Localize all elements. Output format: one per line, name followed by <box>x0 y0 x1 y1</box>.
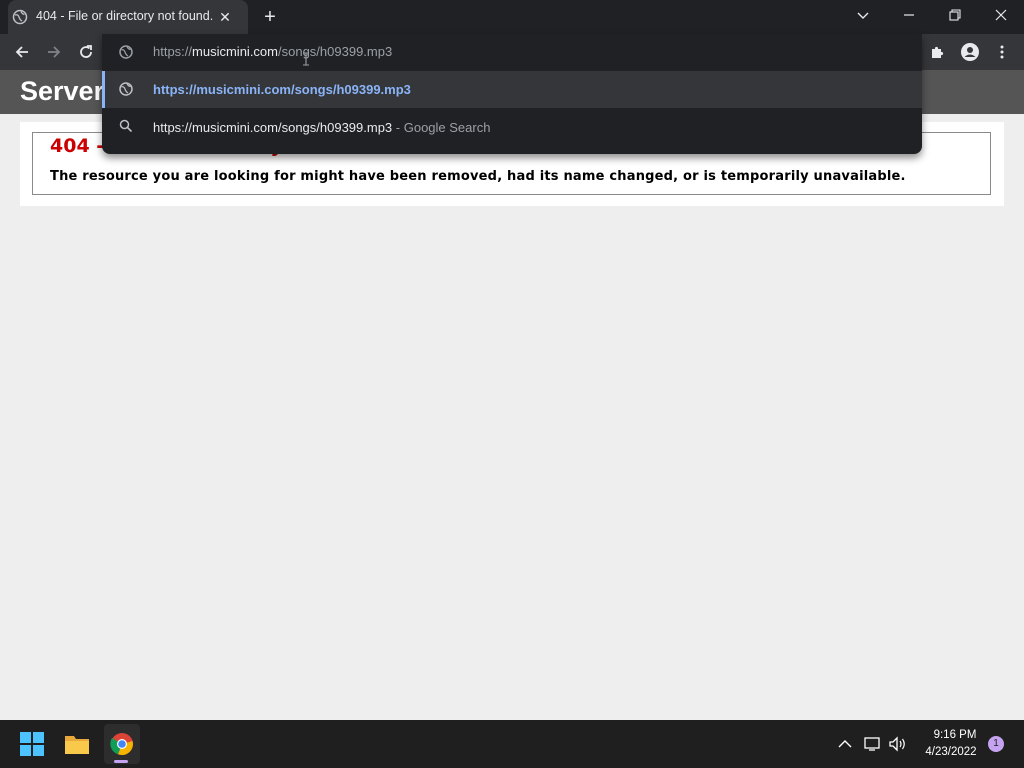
minimize-icon <box>904 14 914 16</box>
tab-search-button[interactable] <box>840 0 886 30</box>
new-tab-button[interactable]: + <box>258 6 282 28</box>
profile-icon <box>961 43 979 61</box>
globe-icon <box>119 45 133 59</box>
tab-title: 404 - File or directory not found. <box>36 9 214 23</box>
minimize-button[interactable] <box>886 0 932 30</box>
file-explorer-icon[interactable] <box>64 732 90 756</box>
back-button[interactable] <box>10 40 34 64</box>
url-path: /songs/h09399.mp3 <box>278 44 393 59</box>
text-cursor-icon <box>303 52 309 66</box>
arrow-right-icon <box>48 46 61 58</box>
suggestion-url-text: https://musicmini.com/songs/h09399.mp3 <box>153 82 411 97</box>
puzzle-icon <box>932 46 944 58</box>
address-input[interactable]: https://musicmini.com/songs/h09399.mp3 <box>153 44 392 59</box>
chevron-down-icon <box>857 12 869 19</box>
volume-icon[interactable] <box>888 736 908 752</box>
suggestion-search-query: https://musicmini.com/songs/h09399.mp3 <box>153 120 393 135</box>
chrome-icon <box>110 733 133 756</box>
url-scheme: https:// <box>153 44 193 59</box>
reload-button[interactable] <box>74 40 98 64</box>
network-icon[interactable] <box>864 736 882 752</box>
error-description: The resource you are looking for might h… <box>50 169 906 184</box>
chevron-up-icon[interactable] <box>838 738 852 750</box>
clock-time[interactable]: 9:16 PM <box>924 729 986 741</box>
restore-icon <box>949 9 961 21</box>
arrow-left-icon <box>15 46 28 58</box>
close-window-button[interactable] <box>978 0 1024 30</box>
menu-button[interactable] <box>990 40 1014 64</box>
close-icon <box>995 9 1007 21</box>
windows-start-icon[interactable] <box>20 732 44 756</box>
profile-button[interactable] <box>958 40 982 64</box>
notification-badge[interactable]: 1 <box>988 736 1004 752</box>
extensions-button[interactable] <box>926 40 950 64</box>
url-host: musicmini.com <box>192 44 278 59</box>
search-icon <box>119 119 133 133</box>
globe-icon <box>119 82 133 96</box>
suggestion-search-text: https://musicmini.com/songs/h09399.mp3 -… <box>153 120 490 135</box>
active-app-indicator <box>114 760 128 763</box>
kebab-menu-icon <box>1000 45 1004 59</box>
tab-close-button[interactable]: ✕ <box>216 8 234 26</box>
globe-icon <box>12 9 28 25</box>
clock-date[interactable]: 4/23/2022 <box>916 746 986 758</box>
restore-button[interactable] <box>932 0 978 30</box>
forward-button[interactable] <box>42 40 66 64</box>
reload-icon <box>80 45 92 58</box>
suggestion-search-suffix: - Google Search <box>392 120 491 135</box>
